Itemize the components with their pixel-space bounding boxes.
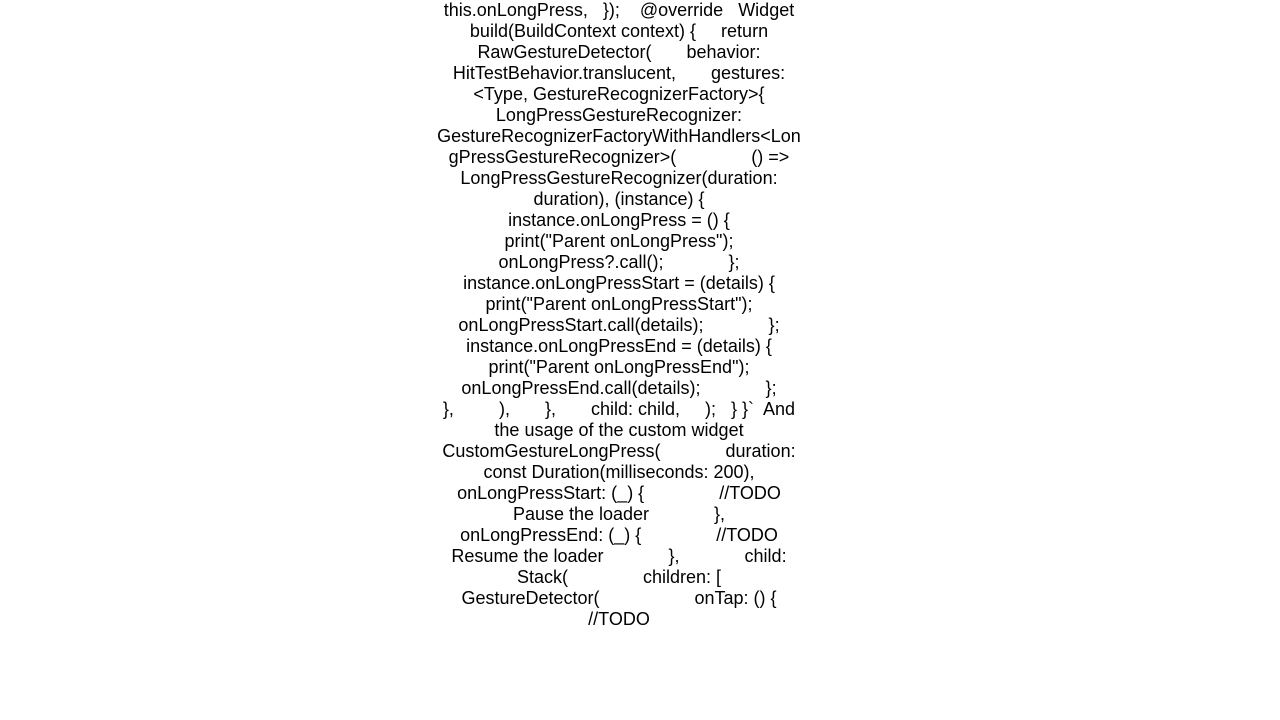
- code-text-block: this.onLongPress, }); @override Widget b…: [434, 0, 804, 630]
